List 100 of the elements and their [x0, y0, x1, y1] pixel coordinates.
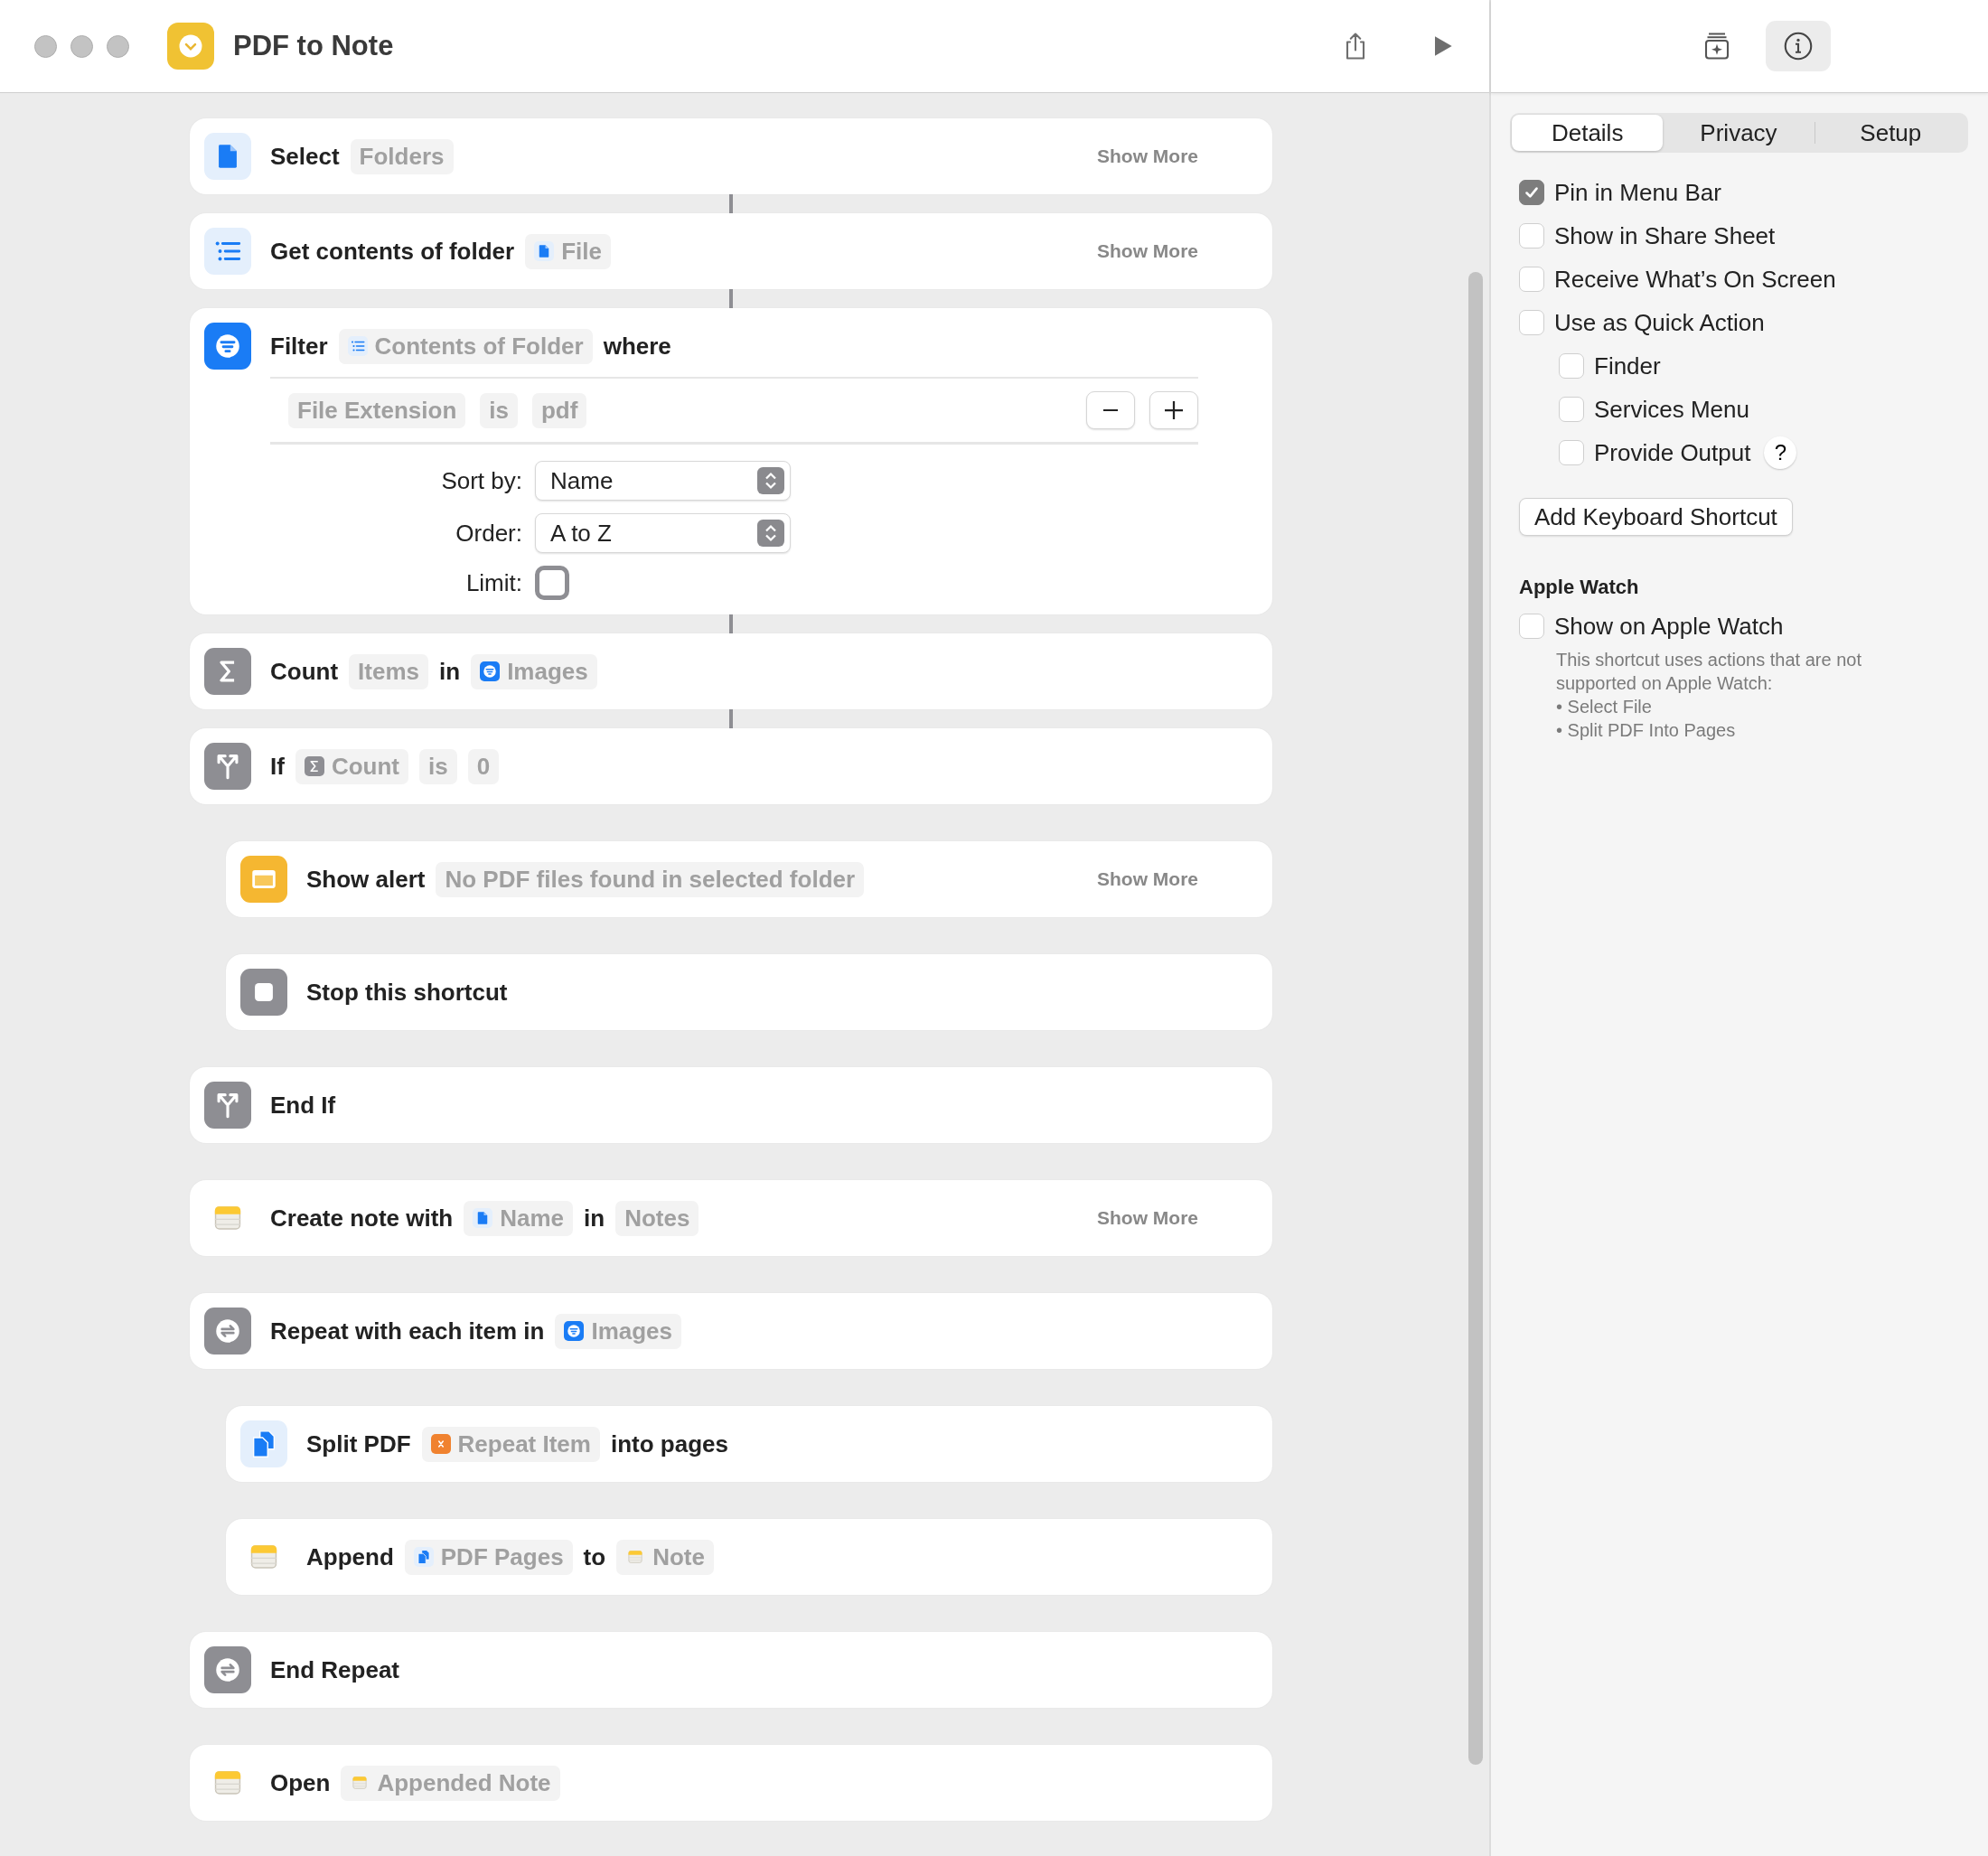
stepper-icon: [757, 520, 784, 547]
action-card[interactable]: Filter Contents of Folder where File Extension is pdf Sort by: Name Order: A to Z Limit:: [190, 308, 1272, 614]
parameter-token[interactable]: Images: [471, 653, 597, 689]
document-icon: [204, 133, 251, 180]
condition-token[interactable]: File Extension: [288, 392, 466, 428]
show-more-link[interactable]: Show More: [1097, 145, 1198, 167]
parameter-token[interactable]: File: [525, 233, 611, 269]
action-card[interactable]: Append PDF Pages to Note: [226, 1519, 1272, 1595]
parameter-token[interactable]: is: [419, 748, 457, 784]
parameter-token[interactable]: Note: [616, 1539, 714, 1575]
action-label: Stop this shortcut: [306, 978, 508, 1007]
parameter-token[interactable]: Appended Note: [341, 1765, 560, 1801]
action-label: Show alert: [306, 865, 426, 894]
action-label: Append: [306, 1542, 394, 1571]
popup-button[interactable]: A to Z: [535, 513, 791, 553]
action-label: Filter: [270, 332, 328, 361]
branch-icon: [204, 1082, 251, 1129]
filter-icon: [480, 661, 501, 681]
action-label: where: [603, 332, 671, 361]
checkbox-label: Show on Apple Watch: [1554, 612, 1784, 641]
list-icon: [204, 228, 251, 275]
action-label: Create note with: [270, 1204, 454, 1233]
documents-icon: [413, 1547, 434, 1567]
condition-token[interactable]: pdf: [531, 392, 587, 428]
action-card[interactable]: Stop this shortcut: [226, 954, 1272, 1030]
option-label: Limit:: [464, 568, 522, 597]
add-button[interactable]: [1149, 391, 1198, 429]
tab[interactable]: Setup: [1815, 115, 1966, 151]
document-icon: [473, 1208, 493, 1228]
filter-icon: [564, 1321, 585, 1341]
variable-icon: [430, 1434, 451, 1454]
stepper-icon: [757, 467, 784, 494]
action-card[interactable]: If Count is 0: [190, 728, 1272, 804]
checkbox-label: Use as Quick Action: [1554, 308, 1765, 337]
window-title: PDF to Note: [233, 30, 394, 62]
filter-icon: [204, 323, 251, 370]
list-item: • Split PDF Into Pages: [1556, 719, 1737, 742]
action-label: Repeat with each item in: [270, 1317, 545, 1345]
action-card[interactable]: Get contents of folder File Show More: [190, 213, 1272, 289]
show-more-link[interactable]: Show More: [1097, 1207, 1198, 1229]
info-button[interactable]: [1766, 21, 1831, 71]
checkbox[interactable]: [1519, 180, 1544, 205]
scrollbar[interactable]: [1468, 272, 1483, 1765]
tab[interactable]: Privacy: [1663, 115, 1815, 151]
parameter-token[interactable]: Items: [349, 653, 428, 689]
plus-icon: [1165, 401, 1183, 419]
section-heading: Apple Watch: [1519, 576, 1640, 599]
show-more-link[interactable]: Show More: [1097, 240, 1198, 262]
parameter-token[interactable]: Count: [295, 748, 408, 784]
checkbox-label: Services Menu: [1594, 395, 1749, 424]
action-label: into pages: [610, 1429, 728, 1458]
option-label: Order:: [455, 519, 522, 548]
add-keyboard-shortcut-button[interactable]: Add Keyboard Shortcut: [1519, 498, 1793, 536]
action-label: If: [270, 752, 285, 781]
limit-checkbox[interactable]: [535, 566, 569, 600]
remove-button[interactable]: [1086, 391, 1135, 429]
minus-icon: [1102, 409, 1120, 411]
action-label: Split PDF: [306, 1429, 411, 1458]
stop-icon: [240, 969, 287, 1016]
document-icon: [534, 241, 555, 261]
action-label: Get contents of folder: [270, 237, 515, 266]
minimize-button[interactable]: [70, 34, 93, 58]
option-label: Sort by:: [440, 466, 522, 495]
action-card[interactable]: Open Appended Note: [190, 1745, 1272, 1821]
parameter-token[interactable]: Notes: [615, 1200, 699, 1236]
help-button[interactable]: ?: [1764, 436, 1797, 469]
parameter-token[interactable]: Name: [464, 1200, 574, 1236]
action-label: Select: [270, 142, 340, 171]
parameter-token[interactable]: Contents of Folder: [338, 328, 593, 364]
parameter-token[interactable]: Images: [555, 1313, 681, 1349]
list-item: • Select File: [1556, 696, 1653, 718]
info-icon: [1782, 30, 1815, 62]
action-card[interactable]: Show alert No PDF files found in selected folder Show More: [226, 841, 1272, 917]
window-icon: [240, 856, 287, 903]
zoom-button[interactable]: [107, 34, 129, 58]
action-card[interactable]: End Repeat: [190, 1632, 1272, 1708]
condition-token[interactable]: is: [480, 392, 518, 428]
close-button[interactable]: [34, 34, 57, 58]
parameter-token[interactable]: Folders: [350, 138, 454, 174]
checkbox-label: Receive What’s On Screen: [1554, 265, 1836, 294]
parameter-token[interactable]: No PDF files found in selected folder: [436, 861, 865, 897]
parameter-token[interactable]: Repeat Item: [421, 1426, 600, 1462]
action-card[interactable]: Select Folders Show More: [190, 118, 1272, 194]
repeat-icon: [204, 1646, 251, 1693]
show-more-link[interactable]: Show More: [1097, 868, 1198, 890]
shortcut-icon: [167, 23, 214, 70]
sigma-icon: [204, 648, 251, 695]
action-card[interactable]: End If: [190, 1067, 1272, 1143]
tab[interactable]: Details: [1512, 115, 1664, 151]
popup-button[interactable]: Name: [535, 461, 791, 501]
parameter-token[interactable]: PDF Pages: [404, 1539, 573, 1575]
action-card[interactable]: Count Items in Images: [190, 633, 1272, 709]
parameter-token[interactable]: 0: [467, 748, 500, 784]
action-label: End Repeat: [270, 1655, 400, 1684]
action-label: in: [584, 1204, 605, 1233]
action-label: in: [439, 657, 461, 686]
action-card[interactable]: Create note with Name in Notes Show More: [190, 1180, 1272, 1256]
action-card[interactable]: Split PDF Repeat Item into pages: [226, 1406, 1272, 1482]
action-card[interactable]: Repeat with each item in Images: [190, 1293, 1272, 1369]
checkbox-label: Show in Share Sheet: [1554, 221, 1776, 250]
